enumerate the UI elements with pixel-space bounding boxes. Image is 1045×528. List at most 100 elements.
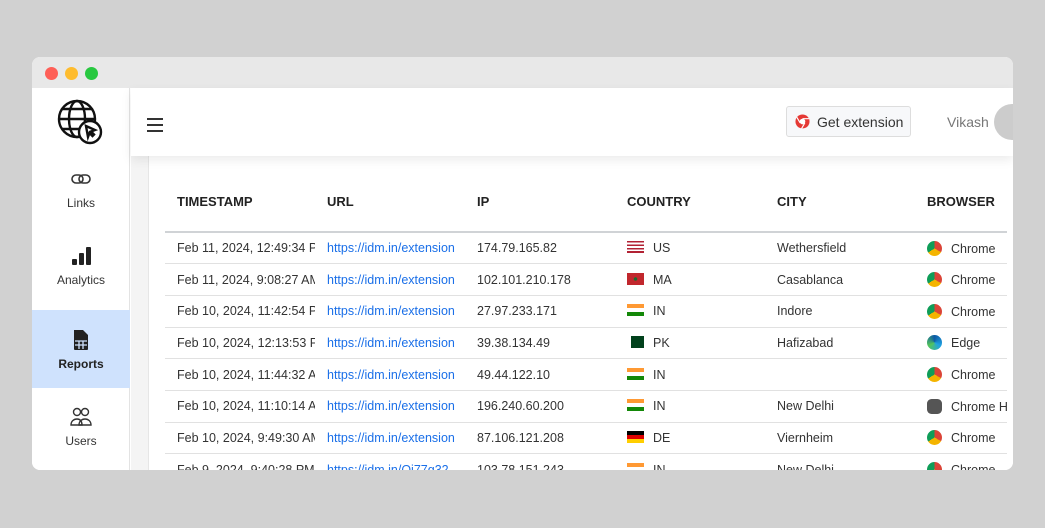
timestamp-cell: Feb 10, 2024, 12:13:53 PM xyxy=(165,327,315,360)
globe-cursor-logo-icon[interactable] xyxy=(56,98,104,146)
country-code: US xyxy=(653,241,671,256)
table-row[interactable]: Feb 10, 2024, 9:49:30 AM https://idm.in/… xyxy=(165,422,1007,455)
browser-name: Chrome xyxy=(951,304,996,319)
country-cell: IN xyxy=(615,390,765,423)
sidebar-item-label: Analytics xyxy=(56,273,106,287)
ip-cell: 196.240.60.200 xyxy=(465,390,615,423)
sidebar-item-label: Reports xyxy=(58,357,104,371)
url-cell: https://idm.in/extension xyxy=(315,232,465,265)
url-link[interactable]: https://idm.in/extension xyxy=(327,336,455,350)
table-row[interactable]: Feb 10, 2024, 12:13:53 PM https://idm.in… xyxy=(165,327,1007,360)
url-link[interactable]: https://idm.in/extension xyxy=(327,368,455,382)
column-header-timestamp[interactable]: TIMESTAMP xyxy=(165,172,315,233)
ip-cell: 174.79.165.82 xyxy=(465,232,615,265)
flag-us-icon xyxy=(627,241,644,254)
browser-cell: Chrome xyxy=(915,295,1007,328)
url-link[interactable]: https://idm.in/extension xyxy=(327,431,455,445)
country-cell: US xyxy=(615,232,765,265)
app-window: Links Analytics Reports Users Get extens… xyxy=(32,57,1013,470)
flag-ma-icon xyxy=(627,272,644,285)
browser-cell: Chrome H xyxy=(915,390,1007,423)
flag-in-icon xyxy=(627,304,644,317)
sidebar-item-links[interactable]: Links xyxy=(32,168,130,246)
minimize-window-button[interactable] xyxy=(65,67,78,80)
chrome-icon xyxy=(927,303,942,319)
browser-name: Chrome H xyxy=(951,399,1007,414)
main-area: Get extension Vikash TIMESTAMP URL IP CO… xyxy=(131,88,1013,470)
city-cell: Wethersfield xyxy=(765,232,915,265)
avatar[interactable] xyxy=(994,104,1013,140)
get-extension-button[interactable]: Get extension xyxy=(786,106,911,137)
users-icon xyxy=(70,407,92,426)
column-header-country[interactable]: COUNTRY xyxy=(615,172,765,233)
url-link[interactable]: https://idm.in/extension xyxy=(327,304,455,318)
ip-cell: 87.106.121.208 xyxy=(465,422,615,455)
url-cell: https://idm.in/Qi77g32 xyxy=(315,453,465,470)
city-cell: Indore xyxy=(765,295,915,328)
chrome-extension-icon xyxy=(795,114,810,129)
chrome-icon xyxy=(927,430,942,446)
url-cell: https://idm.in/extension xyxy=(315,263,465,296)
chrome-icon xyxy=(927,367,942,383)
table-row[interactable]: Feb 10, 2024, 11:42:54 PM https://idm.in… xyxy=(165,295,1007,328)
city-cell: New Delhi xyxy=(765,453,915,470)
sidebar-item-reports[interactable]: Reports xyxy=(32,310,130,388)
ip-cell: 49.44.122.10 xyxy=(465,358,615,391)
user-name[interactable]: Vikash xyxy=(947,114,989,130)
flag-in-icon xyxy=(627,462,644,470)
table-row[interactable]: Feb 11, 2024, 12:49:34 PM https://idm.in… xyxy=(165,232,1007,265)
timestamp-cell: Feb 10, 2024, 11:10:14 AM xyxy=(165,390,315,423)
close-window-button[interactable] xyxy=(45,67,58,80)
hamburger-menu-icon[interactable] xyxy=(147,118,163,136)
bar-chart-icon xyxy=(72,247,91,265)
url-link[interactable]: https://idm.in/extension xyxy=(327,399,455,413)
city-cell: Viernheim xyxy=(765,422,915,455)
table-row[interactable]: Feb 10, 2024, 11:10:14 AM https://idm.in… xyxy=(165,390,1007,423)
country-cell: MA xyxy=(615,263,765,296)
flag-in-icon xyxy=(627,399,644,412)
country-code: DE xyxy=(653,430,671,445)
city-cell: Casablanca xyxy=(765,263,915,296)
url-link[interactable]: https://idm.in/extension xyxy=(327,273,455,287)
ip-cell: 27.97.233.171 xyxy=(465,295,615,328)
top-header: Get extension Vikash xyxy=(131,88,1013,156)
link-icon xyxy=(71,174,91,184)
url-link[interactable]: https://idm.in/Qi77g32 xyxy=(327,463,449,470)
url-cell: https://idm.in/extension xyxy=(315,422,465,455)
city-cell: New Delhi xyxy=(765,390,915,423)
sidebar-item-users[interactable]: Users xyxy=(32,406,130,470)
timestamp-cell: Feb 10, 2024, 11:44:32 AM xyxy=(165,358,315,391)
browser-name: Chrome xyxy=(951,463,995,470)
country-cell: IN xyxy=(615,358,765,391)
timestamp-cell: Feb 10, 2024, 11:42:54 PM xyxy=(165,295,315,328)
column-header-browser[interactable]: BROWSER xyxy=(915,172,1007,233)
sidebar-item-label: Links xyxy=(66,196,95,210)
column-header-ip[interactable]: IP xyxy=(465,172,615,233)
browser-cell: Chrome xyxy=(915,358,1007,391)
chrome-icon xyxy=(927,462,942,470)
chrome-icon xyxy=(927,272,942,288)
country-cell: DE xyxy=(615,422,765,455)
table-row[interactable]: Feb 9, 2024, 9:40:28 PM https://idm.in/Q… xyxy=(165,453,1007,470)
chrome-icon xyxy=(927,398,942,414)
timestamp-cell: Feb 11, 2024, 12:49:34 PM xyxy=(165,232,315,265)
flag-pk-icon xyxy=(627,335,644,348)
browser-cell: Chrome xyxy=(915,422,1007,455)
column-header-url[interactable]: URL xyxy=(315,172,465,233)
ip-cell: 39.38.134.49 xyxy=(465,327,615,360)
table-row[interactable]: Feb 11, 2024, 9:08:27 AM https://idm.in/… xyxy=(165,263,1007,296)
browser-name: Chrome xyxy=(951,431,996,446)
chrome-icon xyxy=(927,240,942,256)
reports-table: TIMESTAMP URL IP COUNTRY CITY BROWSER Fe… xyxy=(165,172,1007,470)
country-code: IN xyxy=(653,304,666,319)
table-row[interactable]: Feb 10, 2024, 11:44:32 AM https://idm.in… xyxy=(165,358,1007,391)
reports-table-card: TIMESTAMP URL IP COUNTRY CITY BROWSER Fe… xyxy=(148,156,1013,470)
url-cell: https://idm.in/extension xyxy=(315,390,465,423)
country-code: IN xyxy=(653,367,666,382)
country-cell: PK xyxy=(615,327,765,360)
sidebar-item-label: Users xyxy=(65,434,97,448)
column-header-city[interactable]: CITY xyxy=(765,172,915,233)
browser-name: Chrome xyxy=(951,241,996,256)
maximize-window-button[interactable] xyxy=(85,67,98,80)
url-link[interactable]: https://idm.in/extension xyxy=(327,241,455,255)
